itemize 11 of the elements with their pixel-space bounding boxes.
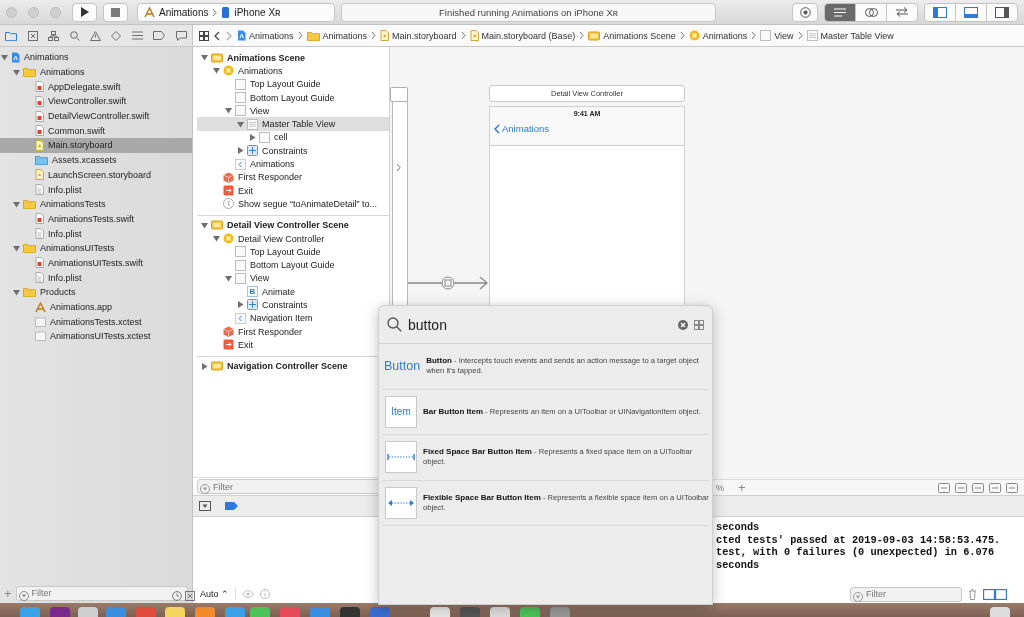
console-line: test, with 0 failures (0 unexpected) in 6.076	[716, 546, 996, 559]
item-preview: Item	[385, 395, 417, 428]
console-line: cted tests' passed at 2019-09-03 14:58:53.475.	[716, 533, 1002, 546]
button-preview: Button	[384, 359, 421, 374]
zoom-label: %	[716, 482, 724, 493]
scheme-name: Animations	[159, 6, 209, 18]
console-line: seconds	[716, 521, 761, 534]
activity-status: Finished running Animations on iPhone Xʀ	[341, 2, 716, 22]
console-line: seconds	[716, 558, 761, 571]
device-name: iPhone Xʀ	[234, 6, 281, 18]
button-icon: B	[247, 286, 258, 298]
